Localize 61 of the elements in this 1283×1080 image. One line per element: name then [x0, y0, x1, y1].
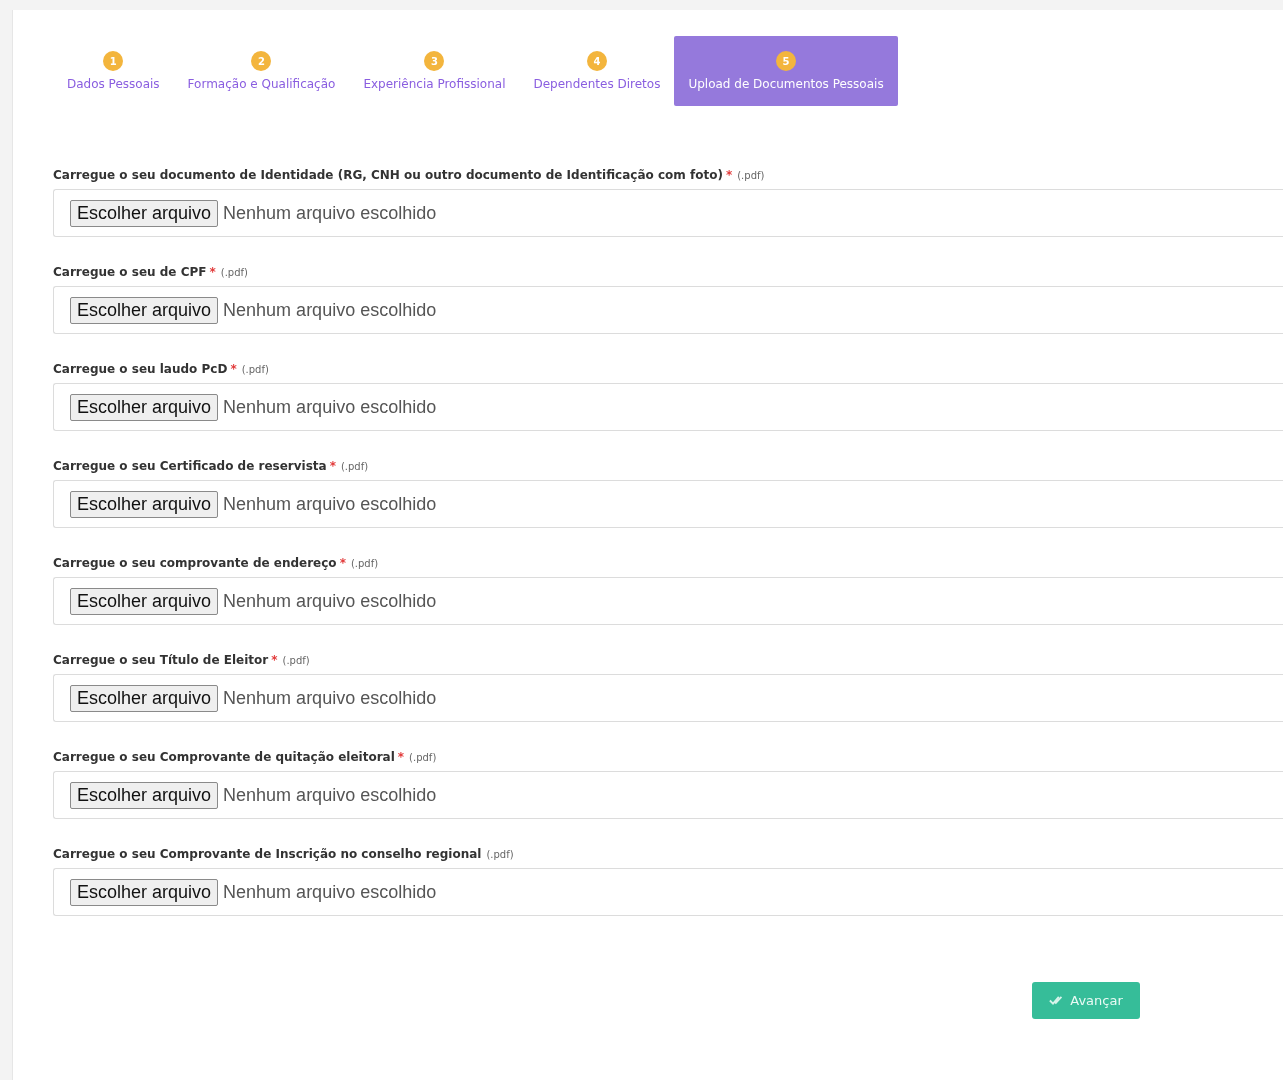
- required-mark: *: [397, 750, 405, 764]
- file-status: Nenhum arquivo escolhido: [223, 493, 437, 515]
- step-number: 1: [103, 51, 124, 71]
- wizard-step[interactable]: 4 Dependentes Diretos: [519, 36, 675, 106]
- required-mark: *: [725, 168, 733, 182]
- field-label: Carregue o seu documento de Identidade (RG, CNH ou outro documento de Identificação com foto): [53, 168, 723, 182]
- file-type-hint: (.pdf): [737, 170, 765, 181]
- field-label: Carregue o seu comprovante de endereço: [53, 556, 337, 570]
- wizard-step[interactable]: 3 Experiência Profissional: [349, 36, 520, 106]
- choose-file-button[interactable]: Escolher arquivo: [70, 296, 219, 324]
- file-status: Nenhum arquivo escolhido: [223, 784, 437, 806]
- required-mark: *: [230, 362, 237, 376]
- file-status: Nenhum arquivo escolhido: [223, 299, 437, 321]
- step-number: 2: [251, 51, 272, 71]
- field-label: Carregue o seu de CPF: [53, 265, 207, 279]
- file-input[interactable]: Escolher arquivo Nenhum arquivo escolhido: [53, 480, 1283, 528]
- file-status: Nenhum arquivo escolhido: [223, 396, 437, 418]
- step-label: Formação e Qualificação: [187, 77, 336, 91]
- field-label: Carregue o seu Comprovante de Inscrição no conselho regional: [53, 847, 482, 861]
- choose-file-button[interactable]: Escolher arquivo: [70, 490, 219, 518]
- file-input[interactable]: Escolher arquivo Nenhum arquivo escolhido: [53, 189, 1283, 237]
- step-number: 5: [776, 51, 796, 71]
- choose-file-button[interactable]: Escolher arquivo: [70, 878, 219, 906]
- file-input[interactable]: Escolher arquivo Nenhum arquivo escolhido: [53, 286, 1283, 334]
- field-label: Carregue o seu Certificado de reservista: [53, 459, 327, 473]
- file-type-hint: (.pdf): [340, 461, 369, 472]
- wizard-step[interactable]: 2 Formação e Qualificação: [173, 36, 350, 106]
- file-status: Nenhum arquivo escolhido: [223, 202, 437, 224]
- file-type-hint: (.pdf): [220, 267, 248, 278]
- choose-file-button[interactable]: Escolher arquivo: [70, 684, 219, 712]
- file-input[interactable]: Escolher arquivo Nenhum arquivo escolhido: [53, 577, 1283, 625]
- step-label: Experiência Profissional: [363, 77, 506, 91]
- required-mark: *: [209, 265, 216, 279]
- file-input[interactable]: Escolher arquivo Nenhum arquivo escolhido: [53, 383, 1283, 431]
- choose-file-button[interactable]: Escolher arquivo: [70, 393, 219, 421]
- choose-file-button[interactable]: Escolher arquivo: [70, 781, 219, 809]
- file-input[interactable]: Escolher arquivo Nenhum arquivo escolhido: [53, 771, 1283, 819]
- file-status: Nenhum arquivo escolhido: [223, 881, 437, 903]
- wizard-step[interactable]: 1 Dados Pessoais: [53, 36, 174, 106]
- field-label: Carregue o seu Título de Eleitor: [53, 653, 269, 667]
- file-status: Nenhum arquivo escolhido: [223, 590, 437, 612]
- file-type-hint: (.pdf): [350, 558, 379, 569]
- file-input[interactable]: Escolher arquivo Nenhum arquivo escolhido: [53, 868, 1283, 916]
- required-mark: *: [271, 653, 278, 667]
- choose-file-button[interactable]: Escolher arquivo: [70, 199, 219, 227]
- step-label: Upload de Documentos Pessoais: [688, 77, 884, 91]
- choose-file-button[interactable]: Escolher arquivo: [70, 587, 219, 615]
- step-label: Dados Pessoais: [67, 77, 160, 91]
- file-type-hint: (.pdf): [486, 849, 514, 860]
- file-type-hint: (.pdf): [241, 364, 269, 375]
- step-number: 4: [586, 51, 607, 71]
- required-mark: *: [339, 556, 346, 570]
- required-mark: *: [329, 459, 336, 473]
- file-status: Nenhum arquivo escolhido: [223, 687, 437, 709]
- step-number: 3: [424, 51, 445, 71]
- field-label: Carregue o seu laudo PcD: [53, 362, 228, 376]
- file-input[interactable]: Escolher arquivo Nenhum arquivo escolhido: [53, 674, 1283, 722]
- step-label: Dependentes Diretos: [533, 77, 661, 91]
- field-label: Carregue o seu Comprovante de quitação eleitoral: [53, 750, 395, 764]
- file-type-hint: (.pdf): [282, 655, 310, 666]
- file-type-hint: (.pdf): [409, 752, 437, 763]
